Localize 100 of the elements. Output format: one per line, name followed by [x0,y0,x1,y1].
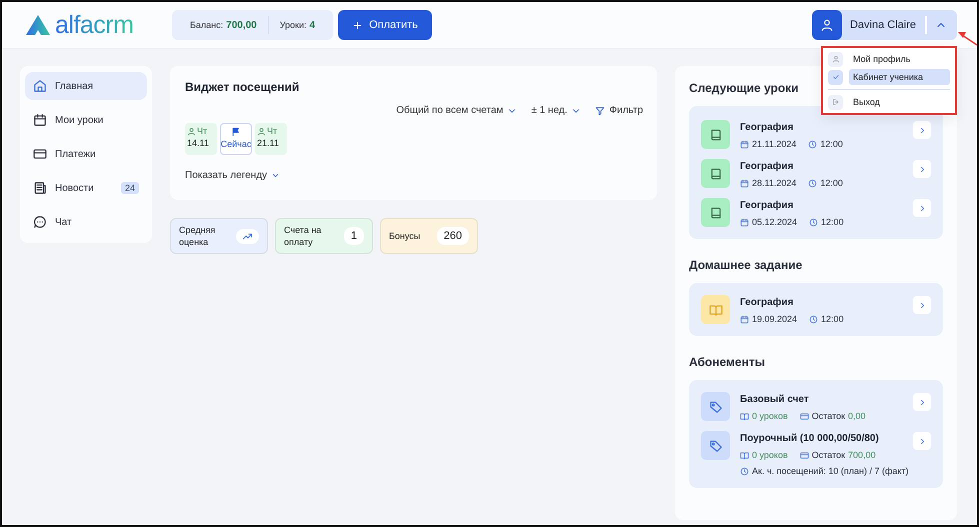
card-icon [33,147,47,161]
open-button[interactable] [913,160,931,178]
lesson-time: 12:00 [820,139,843,149]
open-book-icon [740,450,749,460]
lesson-time: 12:00 [821,314,844,324]
weekday-label: Чт [197,126,208,136]
open-button[interactable] [913,296,931,314]
balance-label: Остаток [812,411,846,421]
now-chip[interactable]: Сейчас [220,123,252,155]
user-menu-button[interactable]: Davina Claire [812,10,957,40]
menu-item[interactable]: Мой профиль [849,51,950,67]
stat-tile[interactable]: Счета на оплату 1 [275,218,373,254]
filter-button[interactable]: Фильтр [595,105,643,116]
open-button[interactable] [913,121,931,139]
lesson-time: 12:00 [820,178,843,188]
attendance-text: Ак. ч. посещений: 10 (план) / 7 (факт) [752,466,909,476]
chat-icon [33,215,47,229]
stat-label: Средняя оценка [179,224,216,248]
stat-value: 1 [344,227,364,245]
book-icon [708,206,722,220]
stat-tile[interactable]: Средняя оценка [170,218,268,254]
stat-label: Бонусы [389,230,422,242]
calendar-icon [33,113,47,127]
newspaper-icon [33,181,47,195]
stat-tile[interactable]: Бонусы 260 [380,218,478,254]
person-icon [832,55,840,63]
open-button[interactable] [913,199,931,217]
lesson-time: 12:00 [821,217,844,227]
calendar-icon [740,314,749,324]
nav-label: Платежи [55,148,96,160]
nav-item[interactable]: Новости 24 [25,174,147,202]
section-title: Домашнее задание [689,258,804,272]
section-title: Абонементы [689,355,766,369]
lesson-subject: География [740,200,794,211]
card-icon [800,412,809,420]
subscription-name: Поурочный (10 000,00/50/80) [740,433,880,444]
period-dropdown[interactable]: ± 1 нед. [531,105,582,116]
book-icon [708,166,722,180]
nav-label: Чат [55,216,72,228]
nav-item[interactable]: Главная [25,72,147,100]
menu-item[interactable]: Выход [849,94,950,110]
open-book-icon [740,412,749,420]
nav-item[interactable]: Мои уроки [25,106,147,134]
clock-icon [808,140,818,148]
lesson-date: 05.12.2024 [752,217,798,227]
legend-toggle[interactable]: Показать легенду [185,170,280,181]
open-button[interactable] [913,432,931,450]
balance-value: 0,00 [848,411,866,421]
lesson-subject: География [740,297,794,308]
clock-icon [808,178,818,188]
card-icon [800,450,809,460]
calendar-icon [740,218,749,226]
person-icon [187,126,196,136]
date-label: 14.11 [187,138,209,148]
clock-icon [809,314,818,324]
balance-label: Остаток [812,450,846,460]
person-icon [257,126,266,136]
period-dropdown[interactable]: Общий по всем счетам [396,105,518,116]
lesson-subject: География [740,161,794,172]
check-icon [832,73,840,81]
calendar-icon [740,140,749,148]
nav-label: Новости [55,182,94,194]
nav-item[interactable]: Платежи [25,140,147,168]
stat-value: 260 [436,227,469,245]
day-chip[interactable]: Чт 21.11 [255,123,287,155]
tag-icon [708,438,722,452]
balance-label: Баланс: [190,20,224,30]
menu-item[interactable]: Кабинет ученика [849,69,950,85]
balance-value: 700,00 [848,450,876,460]
avatar-icon [820,18,834,32]
nav-item[interactable]: Чат [25,208,147,236]
now-label: Сейчас [220,139,252,149]
nav-label: Мои уроки [55,114,104,126]
day-chip[interactable]: Чт 14.11 [185,123,217,155]
count-badge: 24 [120,182,139,194]
lesson-date: 28.11.2024 [752,178,796,188]
clock-icon [740,466,749,476]
subscription-name: Базовый счет [740,394,810,405]
filter-icon [595,106,606,116]
chevron-down-icon [271,171,280,180]
nav-label: Главная [55,80,94,92]
book-icon [708,128,722,142]
tag-icon [708,400,722,414]
lesson-date: 19.09.2024 [752,314,798,324]
date-label: 21.11 [257,138,279,148]
section-title: Следующие уроки [689,81,800,95]
pay-button[interactable]: Оплатить [338,10,432,40]
lessons-count: 0 уроков [752,450,788,460]
open-book-icon [708,302,722,316]
weekday-label: Чт [267,126,278,136]
home-icon [33,79,47,93]
lesson-subject: География [740,122,794,133]
widget-title: Виджет посещений [185,80,300,94]
open-button[interactable] [913,393,931,411]
lessons-count: 0 уроков [752,411,788,421]
user-name: Davina Claire [842,16,927,34]
logout-icon [832,98,840,106]
calendar-icon [740,178,749,188]
clock-icon [809,218,818,226]
lesson-date: 21.11.2024 [752,139,796,149]
